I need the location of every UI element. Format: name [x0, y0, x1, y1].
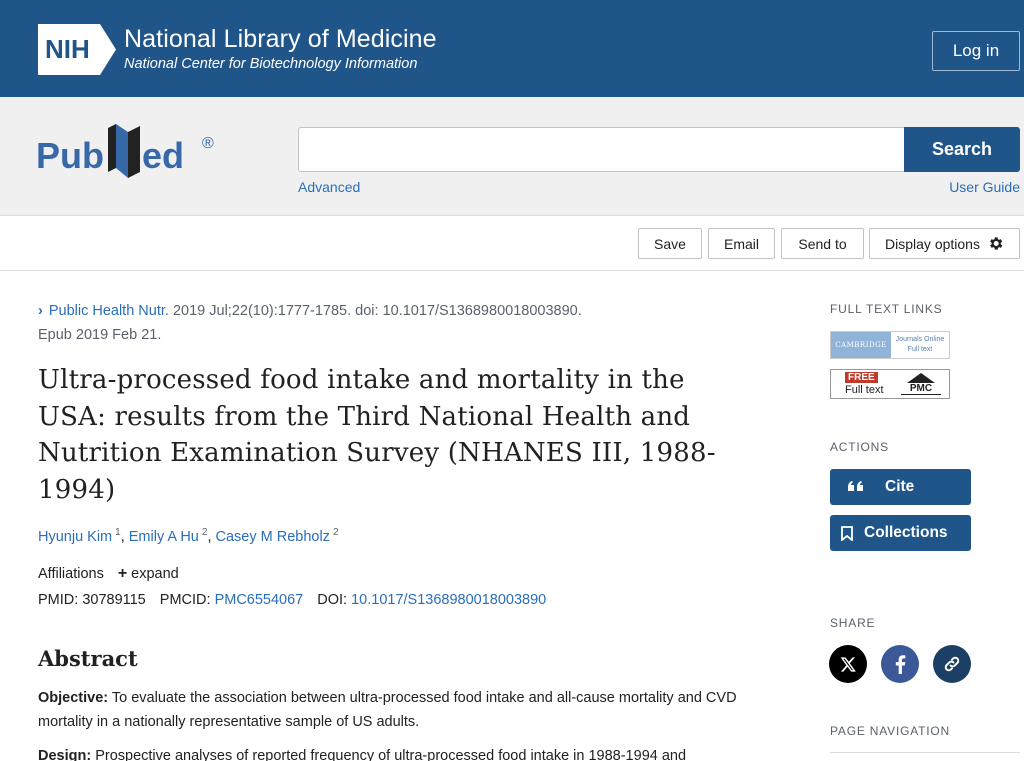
sidebar-divider [830, 752, 1020, 753]
collections-button[interactable]: Collections [830, 515, 971, 551]
citation-details: 2019 Jul;22(10):1777-1785. doi: 10.1017/… [168, 303, 582, 319]
svg-text:Pub: Pub [36, 135, 104, 176]
link-icon [944, 656, 960, 672]
objective-label: Objective: [38, 690, 109, 706]
nih-abbr: NIH [45, 34, 90, 64]
affiliation-marker[interactable]: 1 [115, 527, 121, 538]
pubmed-logo[interactable]: Pub ed ® [36, 120, 226, 188]
nih-subtitle: National Center for Biotechnology Inform… [124, 56, 418, 72]
author-link[interactable]: Casey M Rebholz [216, 529, 330, 545]
cambridge-logo-right: Journals Online Full text [891, 332, 949, 358]
doi-link[interactable]: 10.1017/S1368980018003890 [351, 592, 546, 608]
page-navigation-heading: PAGE NAVIGATION [830, 724, 951, 738]
pmc-logo: PMC [901, 373, 941, 395]
x-twitter-share-button[interactable] [829, 645, 867, 683]
abstract-heading: Abstract [38, 646, 138, 671]
abstract-objective: Objective: To evaluate the association b… [38, 686, 758, 734]
login-button[interactable]: Log in [932, 31, 1020, 71]
email-button[interactable]: Email [708, 228, 775, 259]
affiliations-label: Affiliations [38, 566, 104, 582]
expand-affiliations[interactable]: expand [131, 566, 179, 582]
share-heading: SHARE [830, 616, 876, 630]
full-text-links-heading: FULL TEXT LINKS [830, 302, 943, 316]
cite-label: Cite [885, 478, 915, 495]
collections-label: Collections [864, 524, 948, 541]
toolbar-divider [0, 270, 1024, 271]
author-link[interactable]: Hyunju Kim [38, 529, 112, 545]
facebook-icon [895, 654, 905, 674]
pmcid-link[interactable]: PMC6554067 [215, 592, 304, 608]
author-link[interactable]: Emily A Hu [129, 529, 199, 545]
affiliation-marker[interactable]: 2 [333, 527, 339, 538]
affiliations-row[interactable]: Affiliations + expand [38, 565, 179, 583]
article-title: Ultra-processed food intake and mortalit… [38, 365, 716, 505]
pmid-value: 30789115 [82, 592, 146, 608]
design-label: Design: [38, 748, 92, 761]
nih-title[interactable]: National Library of Medicine [124, 25, 437, 54]
plus-icon[interactable]: + [118, 565, 127, 582]
abstract-design: Design: Prospective analyses of reported… [38, 744, 778, 761]
nih-logo[interactable]: NIH [38, 24, 116, 75]
advanced-search-link[interactable]: Advanced [298, 179, 360, 195]
display-options-button[interactable]: Display options [869, 228, 1020, 259]
user-guide-link[interactable]: User Guide [949, 179, 1020, 195]
pmc-logo-text: PMC [901, 383, 941, 395]
actions-heading: ACTIONS [830, 440, 889, 454]
design-text: Prospective analyses of reported frequen… [91, 748, 687, 761]
cambridge-full-text: Full text [907, 346, 933, 353]
affiliation-marker[interactable]: 2 [202, 527, 208, 538]
send-to-button[interactable]: Send to [781, 228, 864, 259]
display-options-label: Display options [885, 235, 980, 252]
cambridge-logo-left: CAMBRIDGE [831, 332, 891, 358]
search-button[interactable]: Search [904, 127, 1020, 172]
cite-button[interactable]: Cite [830, 469, 971, 505]
quote-icon [830, 481, 882, 493]
bookmark-icon [830, 525, 864, 541]
svg-text:®: ® [202, 135, 214, 152]
cambridge-journals-online: Journals Online [895, 336, 945, 343]
permalink-share-button[interactable] [933, 645, 971, 683]
doi-label: DOI: [317, 592, 348, 608]
nih-header: NIH National Library of Medicine Nationa… [0, 0, 1024, 97]
pmc-free-full-text-link[interactable]: FREE Full text PMC [830, 369, 950, 399]
save-button[interactable]: Save [638, 228, 702, 259]
journal-link[interactable]: Public Health Nutr. [49, 303, 169, 319]
search-input[interactable] [298, 127, 904, 172]
objective-text: To evaluate the association between ultr… [38, 690, 737, 730]
pmcid-label: PMCID: [159, 592, 211, 608]
free-badge: FREE [845, 372, 878, 383]
identifiers: PMID: 30789115 PMCID: PMC6554067 DOI: 10… [38, 592, 546, 608]
svg-text:ed: ed [142, 135, 184, 176]
citation: › Public Health Nutr. 2019 Jul;22(10):177… [38, 299, 658, 347]
facebook-share-button[interactable] [881, 645, 919, 683]
pmc-full-text-label: Full text [845, 384, 884, 396]
pmid-label: PMID: [38, 592, 79, 608]
chevron-right-icon[interactable]: › [38, 299, 43, 323]
x-icon [840, 656, 856, 672]
pmc-roof-icon [907, 373, 935, 383]
cambridge-full-text-link[interactable]: CAMBRIDGE Journals Online Full text [830, 331, 950, 359]
epub-date: Epub 2019 Feb 21. [38, 327, 162, 343]
author-list: Hyunju Kim 1, Emily A Hu 2, Casey M Rebhol… [38, 527, 339, 545]
gear-icon [990, 237, 1003, 250]
